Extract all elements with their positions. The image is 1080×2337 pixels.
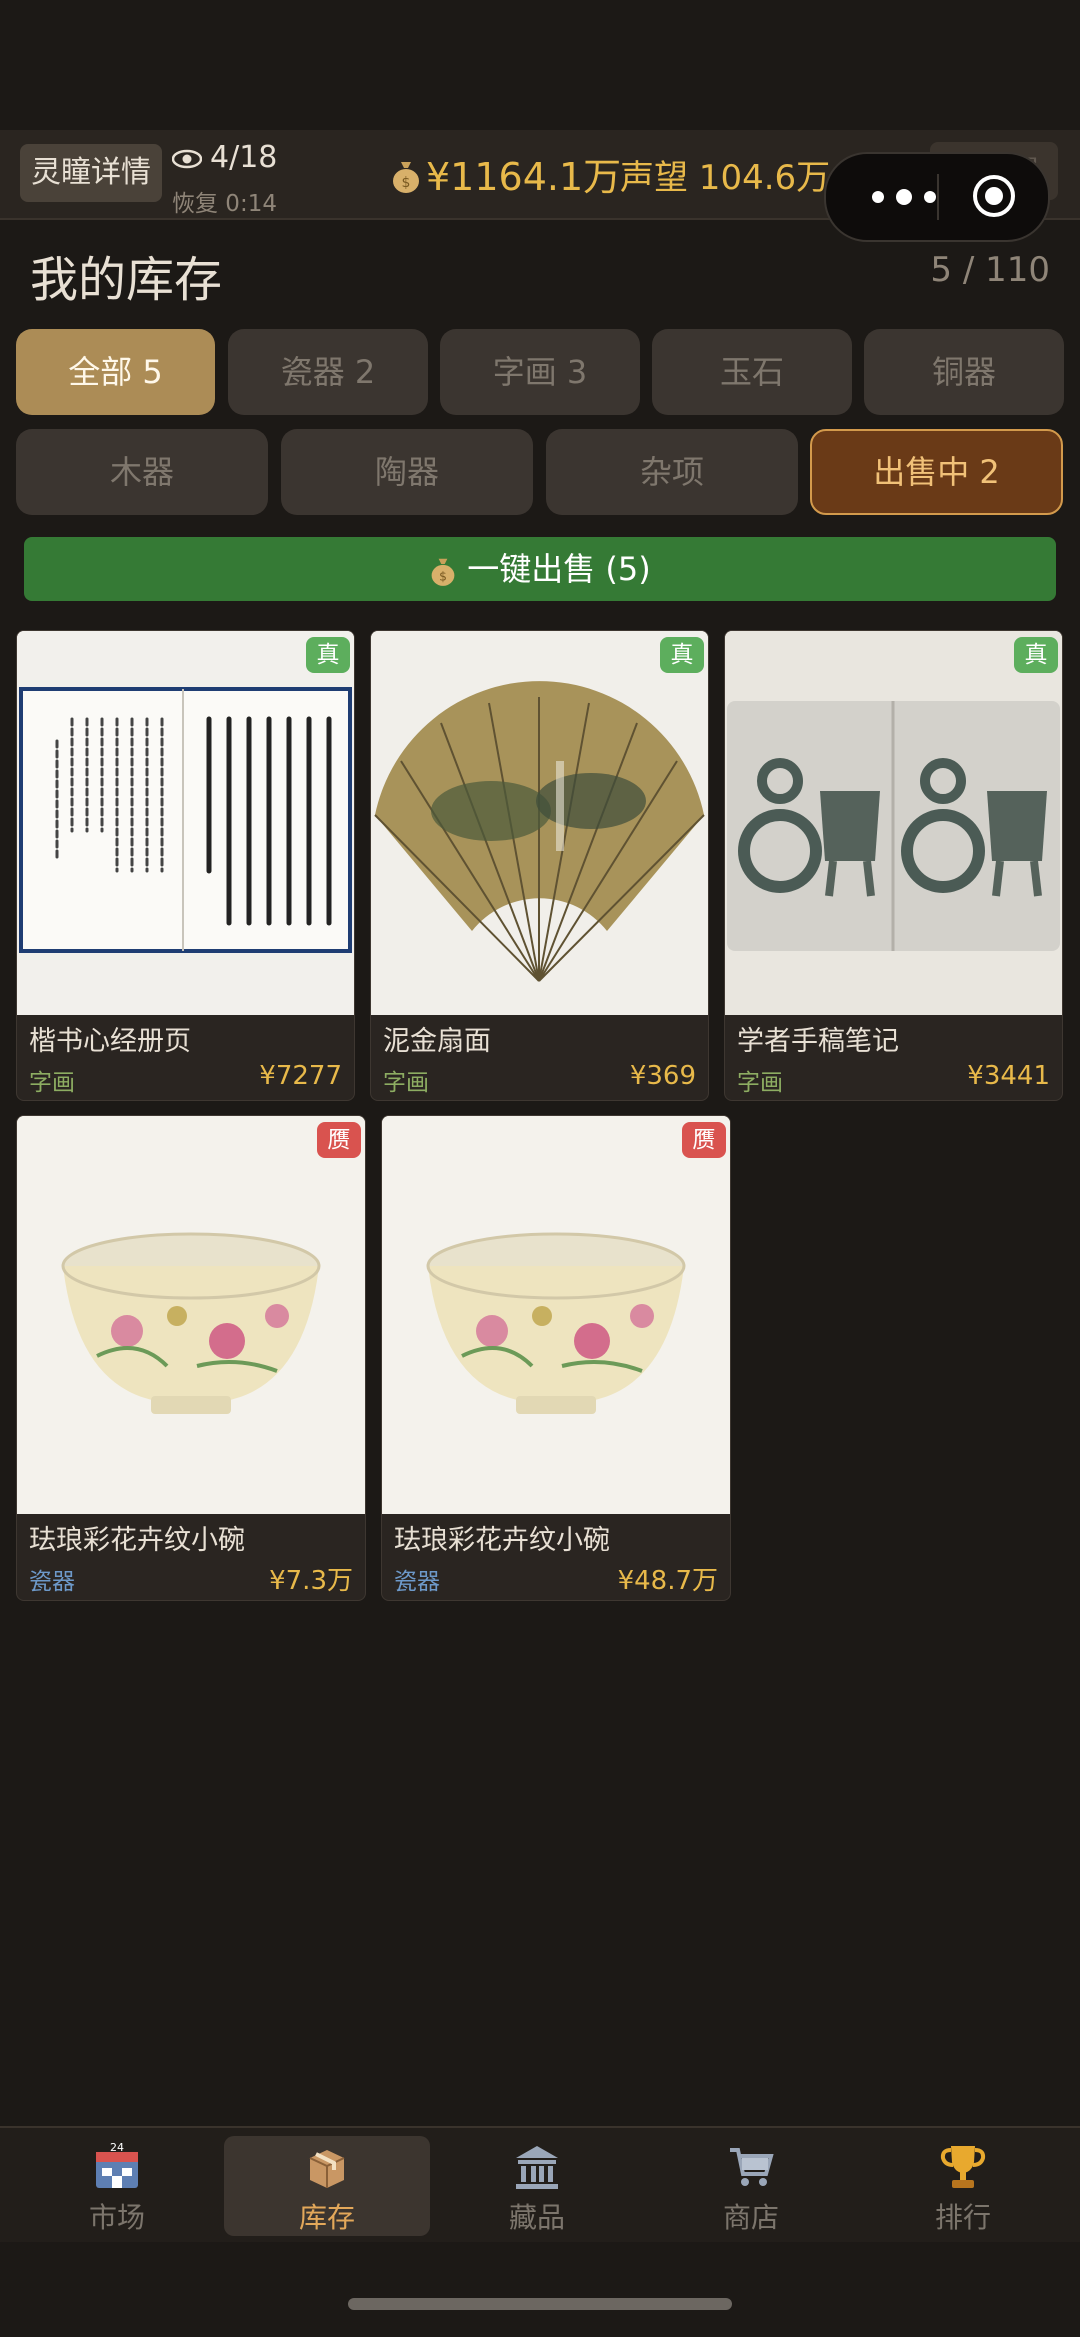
status-bar <box>0 0 1080 130</box>
item-card[interactable]: 真 楷书心经册页 字画 ¥7277 <box>16 630 355 1101</box>
item-name: 楷书心经册页 <box>29 1026 191 1057</box>
item-name: 珐琅彩花卉纹小碗 <box>29 1525 245 1556</box>
tab-pottery[interactable]: 陶器 <box>281 429 533 515</box>
tab-all[interactable]: 全部 5 <box>16 329 215 415</box>
item-category: 瓷器 <box>29 1569 75 1595</box>
svg-text:$: $ <box>439 570 447 584</box>
nav-label: 排行 <box>934 2201 991 2234</box>
nav-market[interactable]: 24 市场 <box>14 2128 220 2242</box>
museum-icon <box>516 2146 558 2189</box>
recover-timer: 恢复 0:14 <box>172 191 277 217</box>
more-menu-icon[interactable] <box>864 180 944 214</box>
authentic-badge: 真 <box>660 637 704 673</box>
tab-on-sale[interactable]: 出售中 2 <box>810 429 1063 515</box>
item-price: ¥48.7万 <box>617 1566 718 1596</box>
reputation-display: 声望 104.6万 <box>620 158 831 198</box>
manuscript-notebook-image <box>725 631 1062 1015</box>
tab-bronze[interactable]: 铜器 <box>864 329 1064 415</box>
market-icon: 24 <box>96 2142 138 2188</box>
views-value: 4/18 <box>210 140 278 175</box>
eye-icon <box>171 149 203 168</box>
enamel-bowl-image <box>17 1116 365 1514</box>
enamel-bowl-image <box>382 1116 730 1514</box>
item-name: 泥金扇面 <box>383 1026 491 1057</box>
inventory-box-icon <box>309 2150 345 2188</box>
fake-badge: 赝 <box>317 1122 361 1158</box>
fake-badge: 赝 <box>682 1122 726 1158</box>
close-miniprogram-icon[interactable] <box>972 174 1016 218</box>
item-category: 瓷器 <box>394 1569 440 1595</box>
item-price: ¥7.3万 <box>269 1566 353 1596</box>
item-card[interactable]: 赝 珐琅彩花卉纹小碗 瓷器 ¥48.7万 <box>381 1115 731 1601</box>
views-counter: 4/18 <box>171 140 278 175</box>
item-price: ¥7277 <box>259 1061 342 1091</box>
item-price: ¥369 <box>629 1061 696 1091</box>
nav-label: 市场 <box>88 2201 145 2234</box>
tab-wood[interactable]: 木器 <box>16 429 268 515</box>
item-category: 字画 <box>737 1070 783 1096</box>
calligraphy-album-image <box>17 631 354 1015</box>
item-name: 学者手稿笔记 <box>737 1026 899 1057</box>
nav-label: 藏品 <box>508 2201 565 2234</box>
nav-label: 商店 <box>722 2201 779 2234</box>
tab-calligraphy[interactable]: 字画 3 <box>440 329 640 415</box>
page-title: 我的库存 <box>30 252 223 308</box>
nav-shop[interactable]: 商店 <box>648 2128 854 2242</box>
svg-text:$: $ <box>402 175 411 191</box>
item-card[interactable]: 真 学者手稿笔记 字画 ¥3441 <box>724 630 1063 1101</box>
money-bag-icon: $ <box>431 558 455 586</box>
money-value: ¥1164.1万 <box>426 155 622 199</box>
item-card[interactable]: 赝 珐琅彩花卉纹小碗 瓷器 ¥7.3万 <box>16 1115 366 1601</box>
cart-icon <box>730 2148 774 2186</box>
trophy-icon <box>940 2146 986 2188</box>
svg-text:24: 24 <box>110 2142 124 2154</box>
authentic-badge: 真 <box>306 637 350 673</box>
miniprogram-capsule <box>824 152 1050 242</box>
tab-jade[interactable]: 玉石 <box>652 329 852 415</box>
item-category: 字画 <box>29 1070 75 1096</box>
nav-inventory[interactable]: 库存 <box>224 2136 430 2236</box>
item-card[interactable]: 真 泥金扇面 字画 ¥369 <box>370 630 709 1101</box>
home-indicator[interactable] <box>348 2298 732 2310</box>
money-display: $ ¥1164.1万 <box>390 146 621 201</box>
detail-button[interactable]: 灵瞳详情 <box>20 144 162 202</box>
gold-fan-image <box>371 631 708 1015</box>
authentic-badge: 真 <box>1014 637 1058 673</box>
item-price: ¥3441 <box>967 1061 1050 1091</box>
capsule-divider <box>937 174 939 220</box>
tab-misc[interactable]: 杂项 <box>546 429 798 515</box>
tab-porcelain[interactable]: 瓷器 2 <box>228 329 428 415</box>
nav-label: 库存 <box>298 2201 355 2234</box>
sell-all-button[interactable]: $ 一键出售 (5) <box>24 537 1056 601</box>
item-category: 字画 <box>383 1070 429 1096</box>
money-bag-icon: $ <box>393 162 419 193</box>
nav-collection[interactable]: 藏品 <box>434 2128 640 2242</box>
inventory-count: 5 / 110 <box>930 250 1050 290</box>
item-name: 珐琅彩花卉纹小碗 <box>394 1525 610 1556</box>
sell-all-label: 一键出售 (5) <box>467 550 651 588</box>
nav-ranking[interactable]: 排行 <box>860 2128 1066 2242</box>
bottom-nav: 24 市场 库存 藏品 商店 排行 <box>0 2126 1080 2242</box>
